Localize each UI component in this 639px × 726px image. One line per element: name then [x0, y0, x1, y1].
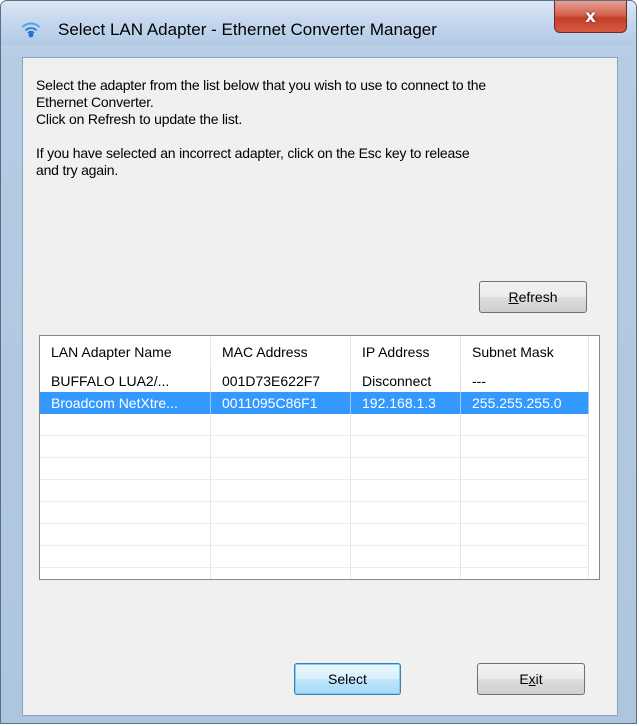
- column-header-subnet[interactable]: Subnet Mask: [461, 336, 589, 369]
- dialog-window: Select LAN Adapter - Ethernet Converter …: [0, 0, 637, 724]
- refresh-button[interactable]: Refresh: [479, 281, 587, 313]
- window-title: Select LAN Adapter - Ethernet Converter …: [58, 20, 437, 39]
- instruction-line: and try again.: [36, 162, 119, 178]
- dialog-client-area: Select the adapter from the list below t…: [22, 57, 618, 716]
- wifi-icon: [21, 22, 41, 38]
- instruction-line: Select the adapter from the list below t…: [36, 77, 486, 93]
- cell-subnet-mask: ---: [461, 370, 589, 392]
- instruction-line: Click on Refresh to update the list.: [36, 111, 243, 127]
- empty-row[interactable]: [40, 436, 589, 458]
- select-button-label: Select: [328, 671, 367, 687]
- refresh-button-label: Refresh: [508, 289, 558, 305]
- instructions: Select the adapter from the list below t…: [36, 77, 606, 179]
- cell-ip-address: 192.168.1.3: [351, 392, 461, 414]
- empty-row[interactable]: [40, 414, 589, 436]
- column-header-mac[interactable]: MAC Address: [211, 336, 351, 369]
- cell-ip-address: Disconnect: [351, 370, 461, 392]
- select-button[interactable]: Select: [294, 663, 401, 695]
- title-bar[interactable]: Select LAN Adapter - Ethernet Converter …: [1, 1, 636, 45]
- table-row-selected[interactable]: Broadcom NetXtre... 0011095C86F1 192.168…: [40, 392, 589, 414]
- instruction-line: If you have selected an incorrect adapte…: [36, 145, 470, 161]
- instruction-line: Ethernet Converter.: [36, 94, 154, 110]
- exit-button[interactable]: Exit: [477, 663, 585, 695]
- column-header-name[interactable]: LAN Adapter Name: [40, 336, 211, 369]
- column-header-ip[interactable]: IP Address: [351, 336, 461, 369]
- empty-row[interactable]: [40, 502, 589, 524]
- adapter-list[interactable]: LAN Adapter Name MAC Address IP Address …: [39, 335, 600, 580]
- cell-mac-address: 0011095C86F1: [211, 392, 351, 414]
- cell-mac-address: 001D73E622F7: [211, 370, 351, 392]
- close-button[interactable]: x: [554, 1, 627, 33]
- cell-adapter-name: BUFFALO LUA2/...: [40, 370, 211, 392]
- cell-subnet-mask: 255.255.255.0: [461, 392, 589, 414]
- table-row[interactable]: BUFFALO LUA2/... 001D73E622F7 Disconnect…: [40, 370, 589, 392]
- empty-row[interactable]: [40, 546, 589, 568]
- list-header: LAN Adapter Name MAC Address IP Address …: [40, 336, 599, 369]
- close-icon: x: [585, 6, 596, 27]
- exit-button-label: Exit: [519, 671, 543, 687]
- cell-adapter-name: Broadcom NetXtre...: [40, 392, 211, 414]
- empty-row[interactable]: [40, 524, 589, 546]
- empty-row[interactable]: [40, 480, 589, 502]
- empty-row[interactable]: [40, 458, 589, 480]
